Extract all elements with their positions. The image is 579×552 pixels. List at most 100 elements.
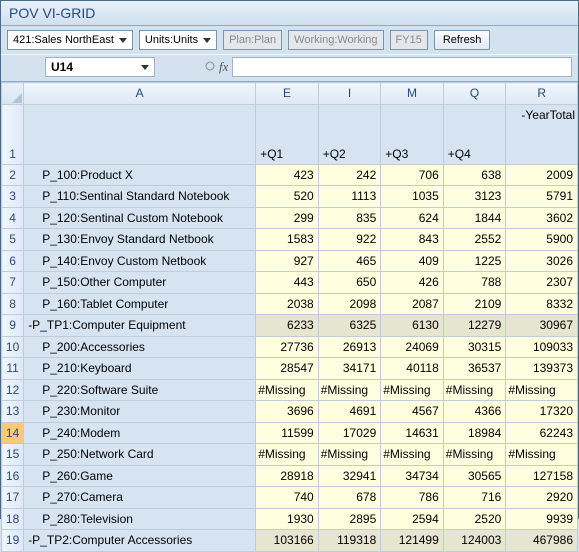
data-cell[interactable]: 40118 xyxy=(381,358,444,380)
col-header-a[interactable]: A xyxy=(24,83,256,105)
data-cell[interactable]: 638 xyxy=(443,164,506,186)
data-cell[interactable]: 18984 xyxy=(443,422,506,444)
data-cell[interactable]: 927 xyxy=(256,250,319,272)
cell[interactable]: +Q2 xyxy=(318,104,381,164)
data-cell[interactable]: 2920 xyxy=(506,487,578,509)
data-cell[interactable]: 127158 xyxy=(506,465,578,487)
data-cell[interactable]: 3602 xyxy=(506,207,578,229)
data-cell[interactable]: #Missing xyxy=(318,379,381,401)
data-cell[interactable]: 5791 xyxy=(506,186,578,208)
row-label-cell[interactable]: -P_TP2:Computer Accessories xyxy=(24,530,256,552)
row-header[interactable]: 2 xyxy=(2,164,24,186)
select-all-corner[interactable] xyxy=(2,83,24,105)
row-label-cell[interactable]: P_160:Tablet Computer xyxy=(24,293,256,315)
row-label-cell[interactable]: P_260:Game xyxy=(24,465,256,487)
data-cell[interactable]: 716 xyxy=(443,487,506,509)
data-cell[interactable]: 30565 xyxy=(443,465,506,487)
row-label-cell[interactable]: P_240:Modem xyxy=(24,422,256,444)
data-cell[interactable]: 2098 xyxy=(318,293,381,315)
row-header[interactable]: 8 xyxy=(2,293,24,315)
cell[interactable]: +Q4 xyxy=(443,104,506,164)
data-cell[interactable]: 1035 xyxy=(381,186,444,208)
data-cell[interactable]: 17029 xyxy=(318,422,381,444)
data-cell[interactable]: 1583 xyxy=(256,229,319,251)
row-label-cell[interactable]: P_100:Product X xyxy=(24,164,256,186)
data-cell[interactable]: 6325 xyxy=(318,315,381,337)
data-cell[interactable]: 24069 xyxy=(381,336,444,358)
data-cell[interactable]: 34171 xyxy=(318,358,381,380)
row-label-cell[interactable]: P_130:Envoy Standard Netbook xyxy=(24,229,256,251)
data-cell[interactable]: 2038 xyxy=(256,293,319,315)
data-cell[interactable]: 17320 xyxy=(506,401,578,423)
col-header-q[interactable]: Q xyxy=(443,83,506,105)
data-cell[interactable]: 426 xyxy=(381,272,444,294)
data-cell[interactable]: 409 xyxy=(381,250,444,272)
data-cell[interactable]: 6233 xyxy=(256,315,319,337)
data-cell[interactable]: 467986 xyxy=(506,530,578,552)
row-header[interactable]: 17 xyxy=(2,487,24,509)
row-header[interactable]: 11 xyxy=(2,358,24,380)
data-cell[interactable]: 788 xyxy=(443,272,506,294)
row-label-cell[interactable]: P_140:Envoy Custom Netbook xyxy=(24,250,256,272)
data-cell[interactable]: 650 xyxy=(318,272,381,294)
data-cell[interactable]: 121499 xyxy=(381,530,444,552)
row-label-cell[interactable]: P_230:Monitor xyxy=(24,401,256,423)
cell[interactable]: +Q3 xyxy=(381,104,444,164)
col-header-i[interactable]: I xyxy=(318,83,381,105)
col-header-r[interactable]: R xyxy=(506,83,578,105)
data-cell[interactable]: 2307 xyxy=(506,272,578,294)
data-cell[interactable]: 11599 xyxy=(256,422,319,444)
data-cell[interactable]: #Missing xyxy=(318,444,381,466)
row-header[interactable]: 1 xyxy=(2,104,24,164)
data-cell[interactable]: #Missing xyxy=(506,444,578,466)
formula-input[interactable] xyxy=(232,57,572,77)
data-cell[interactable]: #Missing xyxy=(256,444,319,466)
expand-icon[interactable] xyxy=(205,60,215,74)
col-header-e[interactable]: E xyxy=(256,83,319,105)
data-cell[interactable]: 109033 xyxy=(506,336,578,358)
col-header-m[interactable]: M xyxy=(381,83,444,105)
data-cell[interactable]: 2009 xyxy=(506,164,578,186)
data-cell[interactable]: 27736 xyxy=(256,336,319,358)
data-cell[interactable]: 4567 xyxy=(381,401,444,423)
data-cell[interactable]: #Missing xyxy=(381,444,444,466)
row-header[interactable]: 16 xyxy=(2,465,24,487)
data-cell[interactable]: 12279 xyxy=(443,315,506,337)
data-cell[interactable]: 32941 xyxy=(318,465,381,487)
row-header[interactable]: 10 xyxy=(2,336,24,358)
data-cell[interactable]: 786 xyxy=(381,487,444,509)
cell[interactable]: +Q1 xyxy=(256,104,319,164)
data-cell[interactable]: 706 xyxy=(381,164,444,186)
data-cell[interactable]: 1113 xyxy=(318,186,381,208)
data-cell[interactable]: 1225 xyxy=(443,250,506,272)
row-label-cell[interactable]: P_220:Software Suite xyxy=(24,379,256,401)
data-cell[interactable]: 2087 xyxy=(381,293,444,315)
row-header[interactable]: 7 xyxy=(2,272,24,294)
pov-dim1-dropdown[interactable]: 421:Sales NorthEast xyxy=(7,30,133,50)
row-header[interactable]: 15 xyxy=(2,444,24,466)
row-label-cell[interactable]: P_150:Other Computer xyxy=(24,272,256,294)
data-cell[interactable]: 465 xyxy=(318,250,381,272)
data-cell[interactable]: #Missing xyxy=(443,444,506,466)
row-header[interactable]: 13 xyxy=(2,401,24,423)
row-label-cell[interactable]: -P_TP1:Computer Equipment xyxy=(24,315,256,337)
row-label-cell[interactable]: P_270:Camera xyxy=(24,487,256,509)
row-header[interactable]: 19 xyxy=(2,530,24,552)
cell[interactable] xyxy=(24,104,256,164)
data-cell[interactable]: #Missing xyxy=(256,379,319,401)
data-cell[interactable]: 520 xyxy=(256,186,319,208)
data-cell[interactable]: 124003 xyxy=(443,530,506,552)
name-box-dropdown[interactable]: U14 xyxy=(45,57,155,77)
data-cell[interactable]: 5900 xyxy=(506,229,578,251)
data-cell[interactable]: 4691 xyxy=(318,401,381,423)
refresh-button[interactable]: Refresh xyxy=(434,30,491,50)
data-cell[interactable]: 119318 xyxy=(318,530,381,552)
data-cell[interactable]: 299 xyxy=(256,207,319,229)
row-header[interactable]: 12 xyxy=(2,379,24,401)
data-cell[interactable]: 2552 xyxy=(443,229,506,251)
row-header[interactable]: 6 xyxy=(2,250,24,272)
row-header[interactable]: 4 xyxy=(2,207,24,229)
data-cell[interactable]: 6130 xyxy=(381,315,444,337)
data-cell[interactable]: 443 xyxy=(256,272,319,294)
data-cell[interactable]: 14631 xyxy=(381,422,444,444)
